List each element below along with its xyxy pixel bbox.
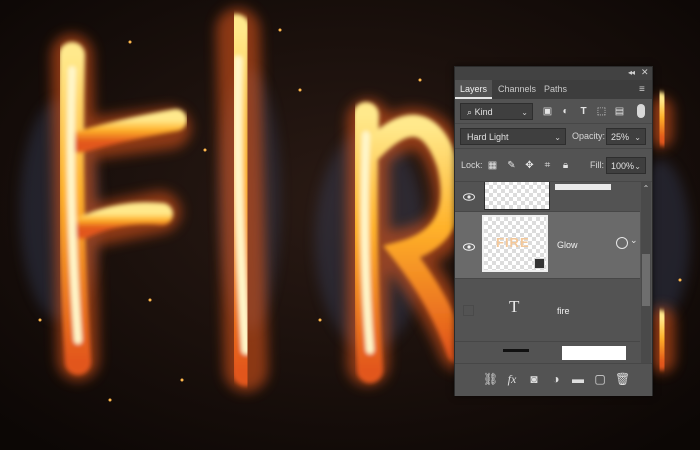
layer-thumbnail[interactable] <box>562 346 626 360</box>
search-icon: ⌕ <box>467 107 473 117</box>
mask-icon[interactable]: ◙ <box>527 372 541 386</box>
panel-menu-icon[interactable]: ≡ <box>639 84 645 95</box>
blend-mode-value: Hard Light <box>467 132 509 142</box>
tab-paths[interactable]: Paths <box>539 80 572 99</box>
fx-icon[interactable]: fx <box>505 372 519 386</box>
adjustment-filter-icon[interactable]: ◐ <box>559 105 572 118</box>
type-layer-icon: T <box>509 297 520 316</box>
fill-label: Fill: <box>590 160 604 170</box>
opacity-field[interactable]: 25% ⌄ <box>606 128 646 145</box>
smart-object-filter-icon[interactable]: ▤ <box>613 105 626 118</box>
eye-icon[interactable] <box>463 190 475 202</box>
lock-all-icon[interactable]: 🔒︎ <box>559 159 572 172</box>
filter-kind-label: Kind <box>474 107 493 117</box>
blend-mode-dropdown[interactable]: Hard Light ⌄ <box>460 128 566 145</box>
panel-tabs: Layers Channels Paths ≡ <box>455 80 652 99</box>
lock-row: Lock: ▦ ✎ ✥ ⌗ 🔒︎ Fill: 100% ⌄ <box>455 149 652 182</box>
chevron-down-icon[interactable]: ⌄ <box>630 235 638 246</box>
new-layer-icon[interactable]: ▢ <box>593 372 607 386</box>
link-icon[interactable]: ⛓︎ <box>483 372 498 386</box>
lock-transparent-icon[interactable]: ▦ <box>486 159 499 172</box>
layers-bottom-toolbar: ⛓︎ fx ◙ ◑ ▬ ▢ 🗑︎ <box>455 363 652 396</box>
panel-title-bar[interactable]: ◂◂ ✕ <box>455 67 652 80</box>
filter-row: ⌕ Kind ⌄ ▣ ◐ T ⬚ ▤ <box>455 99 652 124</box>
visibility-toggle[interactable] <box>463 305 474 316</box>
collapse-icon[interactable]: ◂◂ <box>628 68 635 77</box>
scrollbar-thumb[interactable] <box>642 254 650 306</box>
fill-field[interactable]: 100% ⌄ <box>606 157 646 174</box>
layer-thumbnail[interactable] <box>484 182 550 210</box>
adjustment-icon[interactable]: ◑ <box>549 372 563 386</box>
lock-position-icon[interactable]: ✥ <box>523 159 536 172</box>
chevron-down-icon: ⌄ <box>634 162 641 171</box>
layer-name[interactable]: fire <box>557 306 570 316</box>
layer-row-glow[interactable]: FIRE Glow ⌄ <box>455 212 640 279</box>
chevron-down-icon: ⌄ <box>634 133 641 142</box>
layers-scrollbar[interactable]: ⌃ ⌄ <box>641 182 651 372</box>
chevron-up-icon[interactable]: ⌃ <box>641 184 651 193</box>
chevron-down-icon: ⌄ <box>521 108 528 117</box>
layer-thumbnail-strip <box>555 184 611 190</box>
lock-image-icon[interactable]: ✎ <box>505 159 518 172</box>
chevron-down-icon: ⌄ <box>554 133 561 142</box>
type-filter-icon[interactable]: T <box>577 105 590 118</box>
lock-artboard-icon[interactable]: ⌗ <box>541 159 554 172</box>
close-icon[interactable]: ✕ <box>641 67 649 78</box>
layer-name[interactable]: Glow <box>557 240 578 250</box>
layer-thumbnail[interactable] <box>503 349 529 352</box>
fill-value: 100% <box>611 161 635 171</box>
layers-list: FIRE Glow ⌄ T fire <box>455 182 640 372</box>
layer-row[interactable] <box>455 182 640 212</box>
layer-row-fire[interactable]: T fire <box>455 279 640 342</box>
tab-channels[interactable]: Channels <box>493 80 541 99</box>
thumbnail-text: FIRE <box>496 235 530 250</box>
blend-row: Hard Light ⌄ Opacity: 25% ⌄ <box>455 124 652 149</box>
filter-toggle[interactable] <box>637 104 645 118</box>
layers-panel: ◂◂ ✕ Layers Channels Paths ≡ ⌕ Kind ⌄ ▣ … <box>454 66 653 396</box>
tab-layers[interactable]: Layers <box>455 80 493 99</box>
shape-filter-icon[interactable]: ⬚ <box>595 105 608 118</box>
folder-icon[interactable]: ▬ <box>571 372 585 386</box>
filter-kind-dropdown[interactable]: ⌕ Kind ⌄ <box>460 103 533 120</box>
opacity-value: 25% <box>611 132 630 142</box>
layer-thumbnail[interactable]: FIRE <box>482 215 548 272</box>
image-filter-icon[interactable]: ▣ <box>541 105 554 118</box>
smart-object-badge-icon <box>534 258 545 269</box>
lock-label: Lock: <box>461 160 483 170</box>
layer-effects-icon[interactable] <box>616 237 628 249</box>
trash-icon[interactable]: 🗑︎ <box>615 372 630 386</box>
eye-icon[interactable] <box>463 240 475 252</box>
opacity-label: Opacity: <box>572 131 606 141</box>
